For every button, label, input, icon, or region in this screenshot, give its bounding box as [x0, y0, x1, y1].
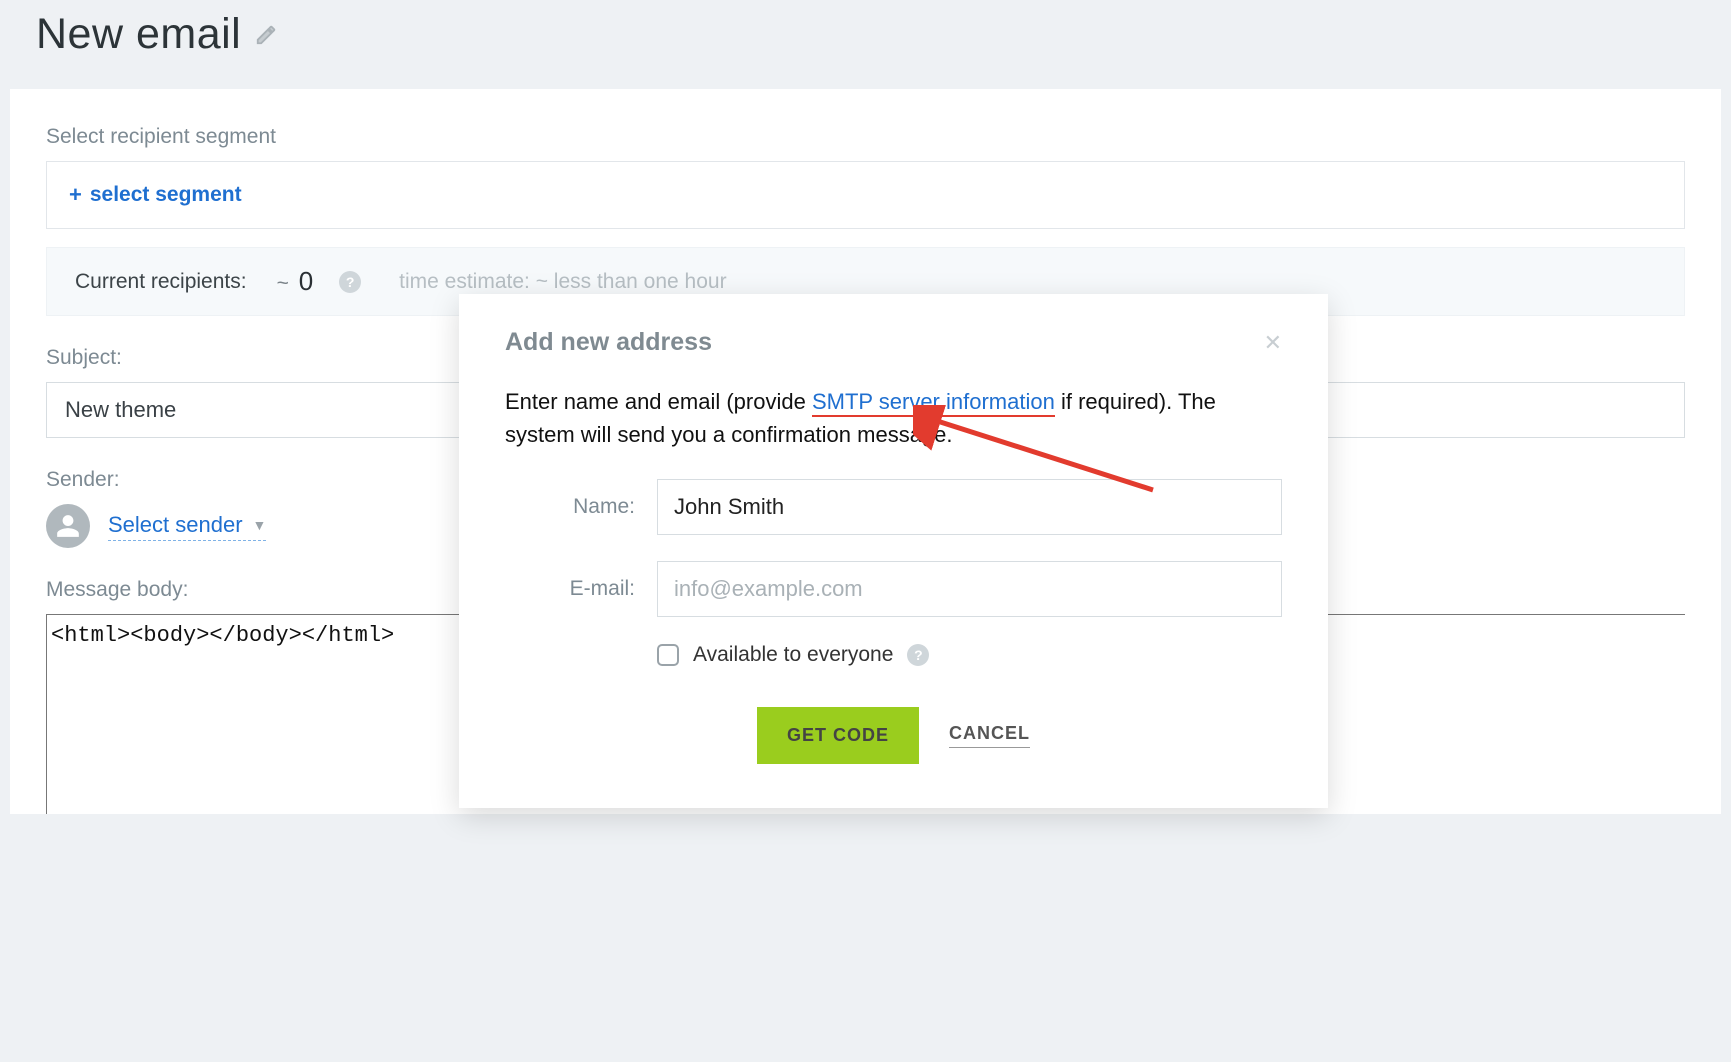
pencil-icon[interactable] — [255, 24, 277, 46]
modal-title: Add new address — [505, 328, 712, 357]
modal-desc-before: Enter name and email (provide — [505, 389, 812, 414]
help-icon[interactable]: ? — [339, 271, 361, 293]
available-label: Available to everyone — [693, 643, 893, 667]
recipients-count: 0 — [299, 266, 313, 296]
chevron-down-icon: ▼ — [253, 517, 267, 533]
get-code-button[interactable]: GET CODE — [757, 707, 919, 764]
select-sender-dropdown[interactable]: Select sender ▼ — [108, 512, 266, 541]
select-segment-label: select segment — [90, 183, 242, 207]
time-estimate: time estimate: ~ less than one hour — [399, 270, 726, 294]
smtp-link[interactable]: SMTP server information — [812, 389, 1055, 417]
cancel-button[interactable]: CANCEL — [949, 723, 1030, 748]
recipients-label: Current recipients: — [75, 270, 247, 294]
segment-box: + select segment — [46, 161, 1685, 229]
modal-description: Enter name and email (provide SMTP serve… — [505, 385, 1282, 451]
plus-icon: + — [69, 182, 82, 208]
select-segment-button[interactable]: + select segment — [69, 182, 242, 208]
available-checkbox[interactable] — [657, 644, 679, 666]
add-address-modal: Add new address ✕ Enter name and email (… — [459, 294, 1328, 808]
email-label: E-mail: — [505, 577, 635, 601]
close-icon[interactable]: ✕ — [1264, 330, 1282, 356]
email-input[interactable] — [657, 561, 1282, 617]
avatar-icon — [46, 504, 90, 548]
select-sender-label: Select sender — [108, 512, 243, 538]
name-label: Name: — [505, 495, 635, 519]
segment-label: Select recipient segment — [46, 125, 1685, 149]
recipients-approx: ~ — [277, 272, 289, 295]
name-input[interactable] — [657, 479, 1282, 535]
page-title: New email — [36, 10, 241, 59]
help-icon[interactable]: ? — [907, 644, 929, 666]
